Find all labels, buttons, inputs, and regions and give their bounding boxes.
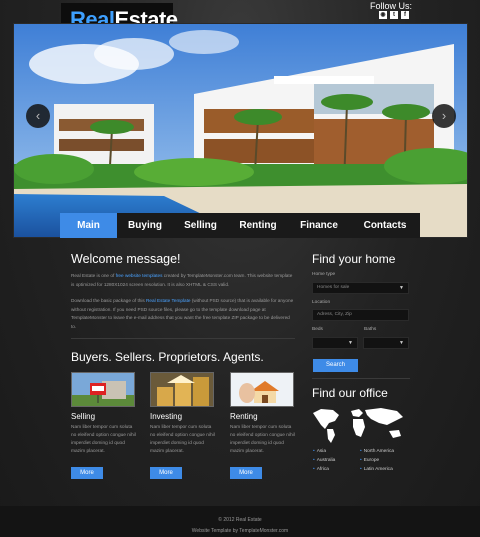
free-templates-link[interactable]: free website templates xyxy=(116,273,163,278)
home-type-select[interactable]: Homes for sale ▼ xyxy=(312,282,409,294)
page: RealEstate Follow Us: ◉ t f ‹ › Main Buy… xyxy=(0,0,480,537)
footer-copyright: © 2012 Real Estate xyxy=(218,517,262,523)
renting-thumbnail[interactable] xyxy=(230,372,294,407)
investing-thumbnail[interactable] xyxy=(150,372,214,407)
chevron-down-icon: ▼ xyxy=(399,340,404,346)
feature-investing: Investing Nam liber tempor cum soluta no… xyxy=(150,372,215,479)
twitter-icon[interactable]: t xyxy=(390,11,398,19)
welcome-text-2a: Download the basic package of this xyxy=(71,298,147,303)
nav-renting[interactable]: Renting xyxy=(228,213,288,238)
nav-contacts[interactable]: Contacts xyxy=(350,213,420,238)
location-input[interactable]: Adress, City, Zip xyxy=(312,309,409,321)
feature-description: Nam liber tempor cum soluta no eleifend … xyxy=(150,425,215,454)
real-estate-template-link[interactable]: Real Estate Template xyxy=(146,298,190,303)
nav-finance[interactable]: Finance xyxy=(288,213,350,238)
facebook-icon[interactable]: f xyxy=(401,11,409,19)
selling-thumbnail[interactable] xyxy=(71,372,135,407)
nav-buying[interactable]: Buying xyxy=(117,213,173,238)
feature-title: Investing xyxy=(150,412,183,421)
find-office-heading: Find our office xyxy=(312,386,388,400)
hero-slider xyxy=(13,23,468,238)
region-australia[interactable]: Australia xyxy=(313,458,336,463)
feature-title: Selling xyxy=(71,412,96,421)
chevron-down-icon: ▼ xyxy=(399,285,404,291)
footer-credit-link[interactable]: Website Template by TemplateMonster.com xyxy=(0,528,480,534)
main-nav: Main Buying Selling Renting Finance Cont… xyxy=(60,213,420,238)
feature-title: Renting xyxy=(230,412,258,421)
region-africa[interactable]: Africa xyxy=(313,467,329,472)
content-divider xyxy=(71,338,295,339)
more-button[interactable]: More xyxy=(150,467,182,479)
follow-us-label: Follow Us: xyxy=(370,1,413,11)
slider-next-arrow[interactable]: › xyxy=(432,104,456,128)
beds-label: Beds xyxy=(312,327,323,332)
feature-selling: Selling Nam liber tempor cum soluta no e… xyxy=(71,372,136,479)
nav-main[interactable]: Main xyxy=(60,213,117,238)
more-button[interactable]: More xyxy=(230,467,262,479)
slider-prev-arrow[interactable]: ‹ xyxy=(26,104,50,128)
nav-selling[interactable]: Selling xyxy=(173,213,228,238)
buyers-heading: Buyers. Sellers. Proprietors. Agents. xyxy=(71,350,264,364)
home-type-value: Homes for sale xyxy=(317,285,350,290)
region-asia[interactable]: Asia xyxy=(313,449,326,454)
location-label: Location xyxy=(312,300,331,305)
region-latin-america[interactable]: Latin America xyxy=(360,467,393,472)
search-button[interactable]: Search xyxy=(313,359,358,372)
welcome-paragraph-1: Real Estate is one of free website templ… xyxy=(71,272,296,289)
welcome-paragraph-2: Download the basic package of this Real … xyxy=(71,297,296,331)
sidebar-divider xyxy=(312,378,410,379)
beds-select[interactable]: ▼ xyxy=(312,337,358,349)
welcome-heading: Welcome message! xyxy=(71,252,181,266)
baths-select[interactable]: ▼ xyxy=(363,337,409,349)
location-placeholder: Adress, City, Zip xyxy=(317,312,352,317)
chevron-down-icon: ▼ xyxy=(348,340,353,346)
welcome-text-1a: Real Estate is one of xyxy=(71,273,116,278)
baths-label: Baths xyxy=(364,327,377,332)
social-links: ◉ t f xyxy=(379,11,409,19)
world-map-icon[interactable] xyxy=(311,405,411,445)
feature-description: Nam liber tempor cum soluta no eleifend … xyxy=(71,425,136,454)
feature-description: Nam liber tempor cum soluta no eleifend … xyxy=(230,425,295,454)
more-button[interactable]: More xyxy=(71,467,103,479)
home-type-label: Home type xyxy=(312,272,336,277)
hero-house-image xyxy=(14,24,467,237)
find-home-heading: Find your home xyxy=(312,252,396,266)
region-europe[interactable]: Europe xyxy=(360,458,379,463)
rss-icon[interactable]: ◉ xyxy=(379,11,387,19)
feature-renting: Renting Nam liber tempor cum soluta no e… xyxy=(230,372,295,479)
region-north-america[interactable]: North America xyxy=(360,449,394,454)
